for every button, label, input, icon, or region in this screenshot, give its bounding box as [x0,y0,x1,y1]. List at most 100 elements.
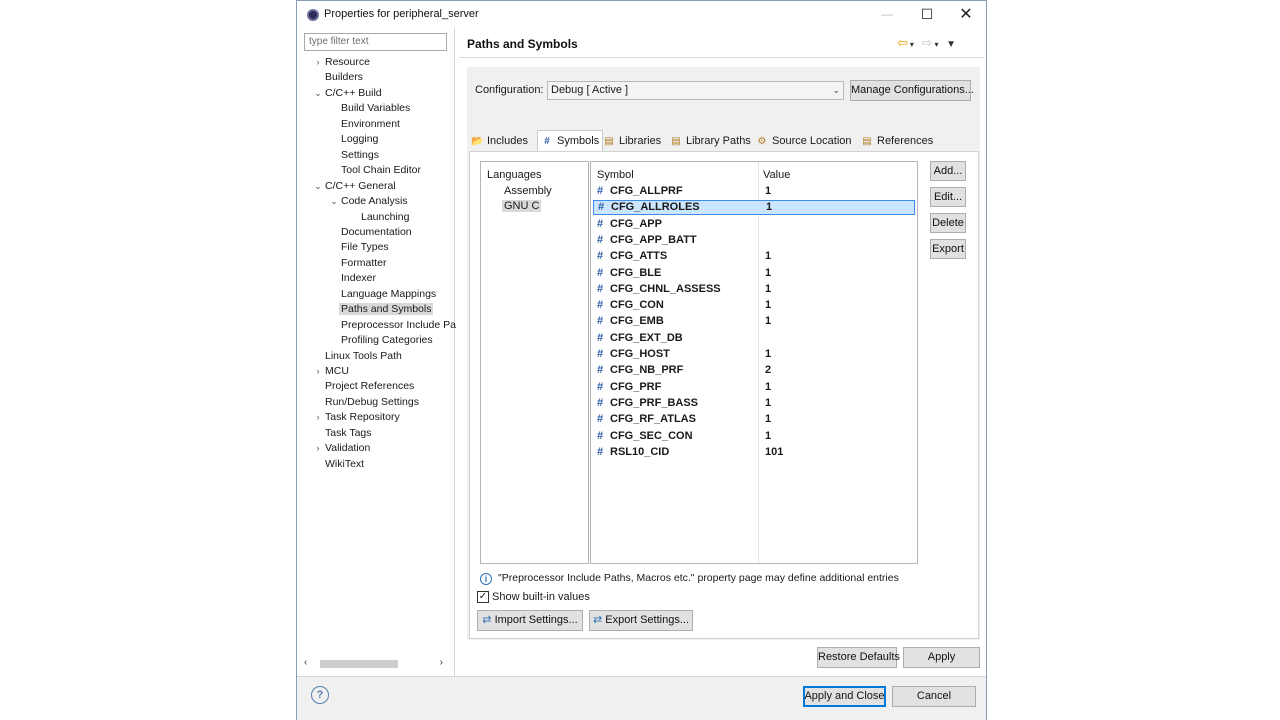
export-button[interactable]: Export [930,239,966,259]
export-settings-button[interactable]: ⇄ Export Settings... [589,610,693,631]
table-row[interactable]: # CFG_ALLPRF 1 [593,184,915,199]
show-builtin-checkbox[interactable]: ✓ [477,591,489,603]
symbol-column-header[interactable]: Symbol [597,169,634,181]
tree-item-label: WikiText [325,457,365,470]
table-row[interactable]: # CFG_ALLROLES 1 [593,200,915,216]
table-row[interactable]: # CFG_BLE 1 [593,266,915,281]
expand-icon[interactable]: › [313,55,323,70]
import-settings-label: Import Settings... [494,614,578,626]
forward-icon[interactable]: ⇨ [922,35,935,50]
tree-item[interactable]: Indexer [341,271,376,286]
tree-item[interactable]: Run/Debug Settings [325,395,419,410]
expand-icon[interactable]: › [313,364,323,379]
symbols-table[interactable]: Symbol Value # CFG_ALLPRF 1 # CFG_ALLROLES 1 #… [590,161,918,564]
manage-configurations-button[interactable]: Manage Configurations... [850,80,974,101]
tree-item[interactable]: Linux Tools Path [325,349,402,364]
close-icon[interactable]: ✕ [946,1,986,28]
forward-menu-icon[interactable]: ▾ [934,40,940,49]
show-builtin-label[interactable]: Show built-in values [492,591,590,603]
help-icon[interactable]: ? [311,686,329,704]
table-row[interactable]: # CFG_PRF_BASS 1 [593,396,915,411]
cancel-button[interactable]: Cancel [892,686,976,707]
tree-item[interactable]: Builders [325,70,363,85]
tree-item[interactable]: WikiText [325,457,364,472]
tree-item[interactable]: Launching [361,210,409,225]
value-column-header[interactable]: Value [763,169,790,181]
export-icon: ⇄ [592,614,603,626]
tree-item[interactable]: › Resource [317,55,370,70]
filter-input[interactable]: type filter text [304,33,447,51]
symbol-value: 1 [765,380,772,393]
edit-button[interactable]: Edit... [930,187,966,207]
tree-item[interactable]: Profiling Categories [341,333,433,348]
symbol-value: 1 [765,250,772,263]
table-row[interactable]: # CFG_NB_PRF 2 [593,363,915,378]
delete-button[interactable]: Delete [930,213,966,233]
view-menu-icon[interactable]: ▼ [946,39,958,50]
table-row[interactable]: # CFG_CON 1 [593,298,915,313]
tree-item[interactable]: Environment [341,117,400,132]
collapse-icon[interactable]: ⌄ [313,86,323,101]
tree-item[interactable]: › Validation [317,441,371,456]
table-row[interactable]: # RSL10_CID 101 [593,445,915,460]
apply-button[interactable]: Apply [903,647,980,668]
add-button[interactable]: Add... [930,161,966,181]
tree-item[interactable]: › MCU [317,364,349,379]
tree-item[interactable]: File Types [341,240,389,255]
back-icon[interactable]: ⇦ [897,35,910,50]
tab-library-paths[interactable]: ▤ Library Paths [670,131,751,151]
languages-header: Languages [487,169,542,181]
tree-item[interactable]: Tool Chain Editor [341,163,421,178]
table-row[interactable]: # CFG_CHNL_ASSESS 1 [593,282,915,297]
back-menu-icon[interactable]: ▾ [910,40,916,49]
tree-item[interactable]: Paths and Symbols [339,302,434,317]
horizontal-scrollbar[interactable]: ‹ › [304,657,447,671]
expand-icon[interactable]: › [313,410,323,425]
table-row[interactable]: # CFG_APP_BATT [593,233,915,248]
expand-icon[interactable]: › [313,441,323,456]
table-row[interactable]: # CFG_SEC_CON 1 [593,429,915,444]
tree-item[interactable]: Task Tags [325,426,372,441]
tree-item[interactable]: Documentation [341,225,412,240]
table-row[interactable]: # CFG_HOST 1 [593,347,915,362]
language-item-gnu-c[interactable]: GNU C [502,200,542,212]
table-row[interactable]: # CFG_EMB 1 [593,314,915,329]
scroll-thumb[interactable] [320,660,398,668]
tab-includes[interactable]: 📂 Includes [471,131,528,151]
apply-and-close-button[interactable]: Apply and Close [803,686,886,707]
language-item-assembly[interactable]: Assembly [502,185,554,197]
tree-item[interactable]: Project References [325,379,414,394]
symbol-value: 1 [765,315,772,328]
table-row[interactable]: # CFG_PRF 1 [593,380,915,395]
tab-source-location[interactable]: ⚙ Source Location [756,131,852,151]
hash-icon: # [597,250,604,263]
tree-item[interactable]: Language Mappings [341,287,436,302]
maximize-icon[interactable]: ☐ [907,1,947,28]
import-settings-button[interactable]: ⇄ Import Settings... [477,610,583,631]
table-row[interactable]: # CFG_RF_ATLAS 1 [593,412,915,427]
scroll-right-icon[interactable]: › [440,657,443,668]
minimize-icon[interactable]: — [867,1,907,28]
tab-libraries[interactable]: ▤ Libraries [603,131,661,151]
collapse-icon[interactable]: ⌄ [329,194,339,209]
languages-list[interactable]: Languages Assembly GNU C [480,161,589,564]
table-row[interactable]: # CFG_EXT_DB [593,331,915,346]
tab-references[interactable]: ▤ References [861,131,933,151]
tree-item[interactable]: ⌄ C/C++ General [314,179,395,194]
table-row[interactable]: # CFG_ATTS 1 [593,249,915,264]
tree-item[interactable]: Build Variables [341,101,410,116]
collapse-icon[interactable]: ⌄ [313,179,323,194]
hash-icon: # [597,348,604,360]
tree-item[interactable]: ⌄ Code Analysis [330,194,407,209]
scroll-left-icon[interactable]: ‹ [304,657,307,668]
table-row[interactable]: # CFG_APP [593,217,915,232]
tab-symbols[interactable]: # Symbols [537,130,604,151]
restore-defaults-button[interactable]: Restore Defaults [817,647,900,668]
tree-item[interactable]: Logging [341,132,378,147]
configuration-select[interactable]: Debug [ Active ] ⌄ [547,81,844,100]
tree-item[interactable]: Formatter [341,256,387,271]
tree-item[interactable]: Preprocessor Include Pa [341,318,456,333]
tree-item[interactable]: ⌄ C/C++ Build [314,86,381,101]
tree-item[interactable]: › Task Repository [317,410,400,425]
tree-item[interactable]: Settings [341,148,379,163]
